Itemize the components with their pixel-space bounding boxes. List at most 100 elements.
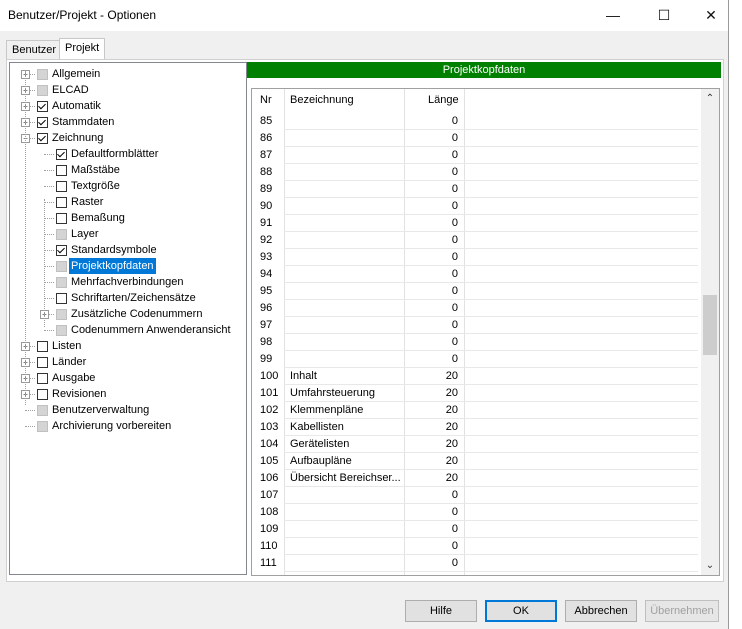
column-header-bezeichnung[interactable]: Bezeichnung [290, 94, 354, 106]
tree-checkbox[interactable] [37, 101, 48, 112]
table-row[interactable]: 104 Gerätelisten 20 [252, 436, 698, 453]
cell-nr[interactable]: 104 [260, 436, 278, 453]
cell-laenge[interactable]: 0 [406, 538, 458, 555]
table-row[interactable]: 91 0 [252, 215, 698, 232]
tree-checkbox[interactable] [56, 277, 67, 288]
tree-item[interactable]: Schriftarten/Zeichensätze [10, 290, 244, 306]
table-row[interactable]: 90 0 [252, 198, 698, 215]
tree-item-label[interactable]: Defaultformblätter [69, 146, 160, 162]
tree-item-label[interactable]: Textgröße [69, 178, 122, 194]
scroll-up-icon[interactable]: ⌃ [701, 90, 719, 107]
table-row[interactable]: 93 0 [252, 249, 698, 266]
cell-nr[interactable]: 88 [260, 164, 272, 181]
table-row[interactable]: 110 0 [252, 538, 698, 555]
cell-laenge[interactable]: 0 [406, 147, 458, 164]
tree-item-label[interactable]: Archivierung vorbereiten [50, 418, 173, 434]
tree-checkbox[interactable] [37, 405, 48, 416]
tree-checkbox[interactable] [56, 293, 67, 304]
tree-checkbox[interactable] [56, 309, 67, 320]
table-row[interactable]: 98 0 [252, 334, 698, 351]
cell-laenge[interactable]: 0 [406, 215, 458, 232]
cell-nr[interactable]: 95 [260, 283, 272, 300]
tree-item[interactable]: Codenummern Anwenderansicht [10, 322, 244, 338]
cell-nr[interactable]: 109 [260, 521, 278, 538]
cell-nr[interactable]: 110 [260, 538, 278, 555]
tab-benutzer[interactable]: Benutzer [6, 40, 63, 59]
close-icon[interactable]: ✕ [688, 0, 734, 31]
tree-item[interactable]: + Automatik [10, 98, 244, 114]
cell-bezeichnung[interactable]: Übersicht Bereichser... [290, 470, 402, 487]
tree-item[interactable]: + Länder [10, 354, 244, 370]
project-header-table[interactable]: Nr Bezeichnung Länge ⌃ ⌄ 85 0 86 0 87 0 88 0 89 0… [251, 88, 720, 576]
tree-item[interactable]: Bemaßung [10, 210, 244, 226]
tree-checkbox[interactable] [37, 69, 48, 80]
table-row[interactable]: 107 0 [252, 487, 698, 504]
cell-nr[interactable]: 107 [260, 487, 278, 504]
cell-laenge[interactable]: 20 [406, 419, 458, 436]
cell-laenge[interactable]: 20 [406, 402, 458, 419]
cell-laenge[interactable]: 0 [406, 334, 458, 351]
table-row[interactable]: 106 Übersicht Bereichser... 20 [252, 470, 698, 487]
tree-item-label[interactable]: Maßstäbe [69, 162, 122, 178]
table-row[interactable]: 89 0 [252, 181, 698, 198]
cell-laenge[interactable]: 0 [406, 164, 458, 181]
cell-bezeichnung[interactable]: Gerätelisten [290, 436, 402, 453]
table-row[interactable]: 88 0 [252, 164, 698, 181]
tree-item-label[interactable]: Automatik [50, 98, 103, 114]
cell-nr[interactable]: 105 [260, 453, 278, 470]
cell-nr[interactable]: 87 [260, 147, 272, 164]
cell-laenge[interactable]: 0 [406, 487, 458, 504]
table-row[interactable]: 85 0 [252, 113, 698, 130]
column-header-laenge[interactable]: Länge [428, 94, 459, 106]
vertical-scrollbar[interactable]: ⌃ ⌄ [701, 89, 719, 575]
table-row[interactable]: 101 Umfahrsteuerung 20 [252, 385, 698, 402]
tree-checkbox[interactable] [37, 373, 48, 384]
cell-laenge[interactable]: 0 [406, 317, 458, 334]
tree-checkbox[interactable] [56, 149, 67, 160]
tree-item-label[interactable]: Projektkopfdaten [69, 258, 156, 274]
scroll-down-icon[interactable]: ⌄ [701, 557, 719, 574]
cell-nr[interactable]: 90 [260, 198, 272, 215]
table-row[interactable]: 87 0 [252, 147, 698, 164]
cell-nr[interactable]: 97 [260, 317, 272, 334]
apply-button[interactable]: Übernehmen [645, 600, 719, 622]
tree-item-label[interactable]: Zusätzliche Codenummern [69, 306, 204, 322]
tree-item-label[interactable]: Standardsymbole [69, 242, 159, 258]
table-row[interactable]: 94 0 [252, 266, 698, 283]
cell-nr[interactable]: 89 [260, 181, 272, 198]
tree-item[interactable]: Raster [10, 194, 244, 210]
column-header-nr[interactable]: Nr [260, 94, 272, 106]
tab-projekt[interactable]: Projekt [59, 38, 106, 60]
tree-item[interactable]: Textgröße [10, 178, 244, 194]
cell-laenge[interactable]: 0 [406, 283, 458, 300]
cell-laenge[interactable]: 0 [406, 555, 458, 572]
cell-nr[interactable]: 85 [260, 113, 272, 130]
tree-item[interactable]: + Listen [10, 338, 244, 354]
tree-checkbox[interactable] [37, 357, 48, 368]
tree-item-label[interactable]: Layer [69, 226, 101, 242]
tree-item[interactable]: Standardsymbole [10, 242, 244, 258]
cell-nr[interactable]: 94 [260, 266, 272, 283]
tree-item-label[interactable]: Listen [50, 338, 83, 354]
table-row[interactable]: 97 0 [252, 317, 698, 334]
tree-checkbox[interactable] [37, 389, 48, 400]
table-row[interactable]: 86 0 [252, 130, 698, 147]
table-row[interactable]: 96 0 [252, 300, 698, 317]
tree-item-label[interactable]: Schriftarten/Zeichensätze [69, 290, 198, 306]
cell-nr[interactable]: 93 [260, 249, 272, 266]
cell-laenge[interactable]: 0 [406, 266, 458, 283]
tree-item[interactable]: + ELCAD [10, 82, 244, 98]
tree-item-label[interactable]: Codenummern Anwenderansicht [69, 322, 233, 338]
tree-item[interactable]: + Zusätzliche Codenummern [10, 306, 244, 322]
scrollbar-thumb[interactable] [703, 295, 717, 355]
cell-nr[interactable]: 101 [260, 385, 278, 402]
cell-laenge[interactable]: 0 [406, 249, 458, 266]
tree-item[interactable]: + Revisionen [10, 386, 244, 402]
tree-item-label[interactable]: Ausgabe [50, 370, 97, 386]
cancel-button[interactable]: Abbrechen [565, 600, 637, 622]
tree-checkbox[interactable] [37, 85, 48, 96]
tree-item[interactable]: Benutzerverwaltung [10, 402, 244, 418]
table-row[interactable]: 111 0 [252, 555, 698, 572]
tree-item[interactable]: + Allgemein [10, 66, 244, 82]
cell-laenge[interactable]: 0 [406, 198, 458, 215]
